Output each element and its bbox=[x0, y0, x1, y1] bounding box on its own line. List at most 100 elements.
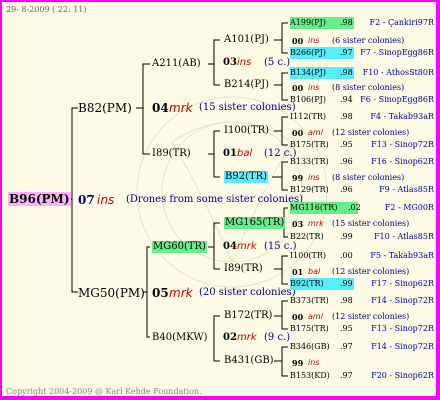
ancestor-label: B153(KD) bbox=[290, 371, 330, 380]
ancestor-value: .02 bbox=[348, 203, 361, 212]
ancestor-num: 99 bbox=[292, 173, 304, 183]
ancestor-ins: ins bbox=[308, 358, 320, 367]
b172-num: 02 bbox=[223, 332, 237, 343]
ancestor-source: F20 - Sinop62R bbox=[371, 371, 434, 380]
ancestor-ins: ins bbox=[308, 83, 320, 92]
ancestor-source: F10 - Atlas85R bbox=[373, 232, 434, 241]
timestamp: 29- 8-2009 ( 22: 11) bbox=[6, 5, 87, 14]
ancestor-label: I112(TR) bbox=[290, 112, 327, 121]
ancestor-source: F13 - Sinop72R bbox=[371, 140, 434, 149]
ancestor-value: .99 bbox=[340, 232, 353, 241]
pedigree-frame: 29- 8-2009 ( 22: 11) B96(PM) 07 ins (Dro… bbox=[2, 2, 436, 396]
ancestor-label: B129(TR) bbox=[290, 185, 329, 194]
b82-note: (15 sister colonies) bbox=[199, 102, 296, 113]
node-mg165: MG165(TR) bbox=[224, 217, 286, 229]
root-node-label: B96(PM) bbox=[8, 192, 71, 206]
node-b214: B214(PJ) bbox=[224, 79, 269, 90]
ancestor-label: B133(TR) bbox=[290, 157, 329, 166]
ancestor-value: .97 bbox=[340, 342, 353, 351]
ancestor-num: 00 bbox=[292, 128, 304, 138]
mg165-num: 04 bbox=[223, 241, 237, 252]
b82-ins: mrk bbox=[169, 101, 193, 115]
node-b172: B172(TR) bbox=[224, 310, 273, 321]
ancestor-label: B175(TR) bbox=[290, 324, 329, 333]
ancestor-ins: ins bbox=[308, 173, 320, 182]
a101-ins: ins bbox=[237, 57, 252, 68]
node-b92: B92(TR) bbox=[224, 171, 269, 183]
ancestor-note: (12 sister colonies) bbox=[332, 128, 410, 137]
ancestor-source: F2 - Çankiri97R bbox=[369, 18, 434, 27]
ancestor-source: F10 - AthosSt80R bbox=[362, 68, 434, 77]
ancestor-source: F17 - Sinop62R bbox=[371, 279, 434, 288]
ancestor-label: B346(GB) bbox=[290, 342, 330, 351]
ancestor-label: B175(TR) bbox=[290, 140, 329, 149]
ancestor-ins: aml bbox=[308, 128, 323, 137]
root-num: 07 bbox=[78, 193, 95, 207]
ancestor-source: F13 - Sinop72R bbox=[371, 324, 434, 333]
b172-ins: mrk bbox=[237, 332, 257, 343]
copyright: Copyright 2004-2009 @ Karl Kehde Foundat… bbox=[6, 387, 202, 396]
ancestor-value: .97 bbox=[340, 371, 353, 380]
ancestor-value: .99 bbox=[340, 279, 353, 288]
mg50-note: (20 sister colonies) bbox=[199, 287, 296, 298]
node-i100: I100(TR) bbox=[224, 125, 270, 136]
ancestor-source: F14 - Sinop72R bbox=[371, 296, 434, 305]
ancestor-source: F7 - SinopEgg86R bbox=[360, 48, 434, 57]
b172-note: (9 c.) bbox=[264, 332, 291, 343]
ancestor-label: B106(PJ) bbox=[290, 95, 326, 104]
ancestor-note: (12 sister colonies) bbox=[332, 267, 410, 276]
ancestor-ins: ins bbox=[308, 36, 320, 45]
ancestor-note: (8 sister colonies) bbox=[332, 83, 405, 92]
ancestor-num: 00 bbox=[292, 312, 304, 322]
ancestor-value: .94 bbox=[340, 95, 353, 104]
node-a211: A211(AB) bbox=[152, 58, 201, 69]
node-b40: B40(MKW) bbox=[152, 332, 208, 343]
ancestor-source: F5 - Takab93aR bbox=[370, 251, 434, 260]
ancestor-label: B22(TR) bbox=[290, 232, 324, 241]
ancestor-source: F6 - SinopEgg86R bbox=[360, 95, 434, 104]
ancestor-value: .95 bbox=[340, 324, 353, 333]
root-note: (Drones from some sister colonies) bbox=[126, 194, 304, 205]
ancestor-value: .96 bbox=[340, 157, 353, 166]
ancestor-label: I100(TR) bbox=[290, 251, 327, 260]
node-i89: I89(TR) bbox=[152, 148, 191, 159]
ancestor-num: 00 bbox=[292, 83, 304, 93]
ancestor-value: .98 bbox=[340, 68, 353, 77]
ancestor-value: .00 bbox=[340, 251, 353, 260]
mg165-ins: mrk bbox=[237, 241, 257, 252]
ancestor-ins: aml bbox=[308, 312, 323, 321]
ancestor-num: 03 bbox=[292, 219, 304, 229]
node-b431: B431(GB) bbox=[224, 355, 274, 366]
i100-num: 01 bbox=[223, 148, 237, 159]
ancestor-value: .96 bbox=[340, 185, 353, 194]
mg50-ins: mrk bbox=[169, 286, 193, 300]
a101-note: (5 c.) bbox=[264, 57, 291, 68]
ancestor-num: 01 bbox=[292, 267, 304, 277]
ancestor-value: .98 bbox=[340, 296, 353, 305]
ancestor-source: F16 - Sinop62R bbox=[371, 157, 434, 166]
ancestor-source: F14 - Sinop72R bbox=[371, 342, 434, 351]
node-mg50: MG50(PM) bbox=[78, 286, 145, 300]
ancestor-value: .97 bbox=[340, 48, 353, 57]
ancestor-value: .95 bbox=[340, 140, 353, 149]
node-b82: B82(PM) bbox=[78, 101, 132, 115]
ancestor-note: (15 sister colonies) bbox=[332, 219, 410, 228]
b82-num: 04 bbox=[152, 101, 169, 115]
ancestor-note: (6 sister colonies) bbox=[332, 36, 405, 45]
node-a101: A101(PJ) bbox=[224, 34, 269, 45]
ancestor-source: F4 - Takab93aR bbox=[370, 112, 434, 121]
ancestor-ins: mrk bbox=[308, 219, 324, 228]
ancestor-num: 99 bbox=[292, 358, 304, 368]
mg50-num: 05 bbox=[152, 286, 169, 300]
ancestor-source: F9 - Atlas85R bbox=[379, 185, 434, 194]
ancestor-value: .98 bbox=[340, 18, 353, 27]
node-i89b: I89(TR) bbox=[224, 263, 263, 274]
a101-num: 03 bbox=[223, 57, 237, 68]
i100-ins: bal bbox=[237, 148, 253, 159]
root-ins: ins bbox=[97, 193, 115, 207]
ancestor-num: 00 bbox=[292, 36, 304, 46]
ancestor-note: (8 sister colonies) bbox=[332, 173, 405, 182]
ancestor-label: B373(TR) bbox=[290, 296, 329, 305]
ancestor-value: .98 bbox=[340, 112, 353, 121]
ancestor-ins: bal bbox=[308, 267, 321, 276]
